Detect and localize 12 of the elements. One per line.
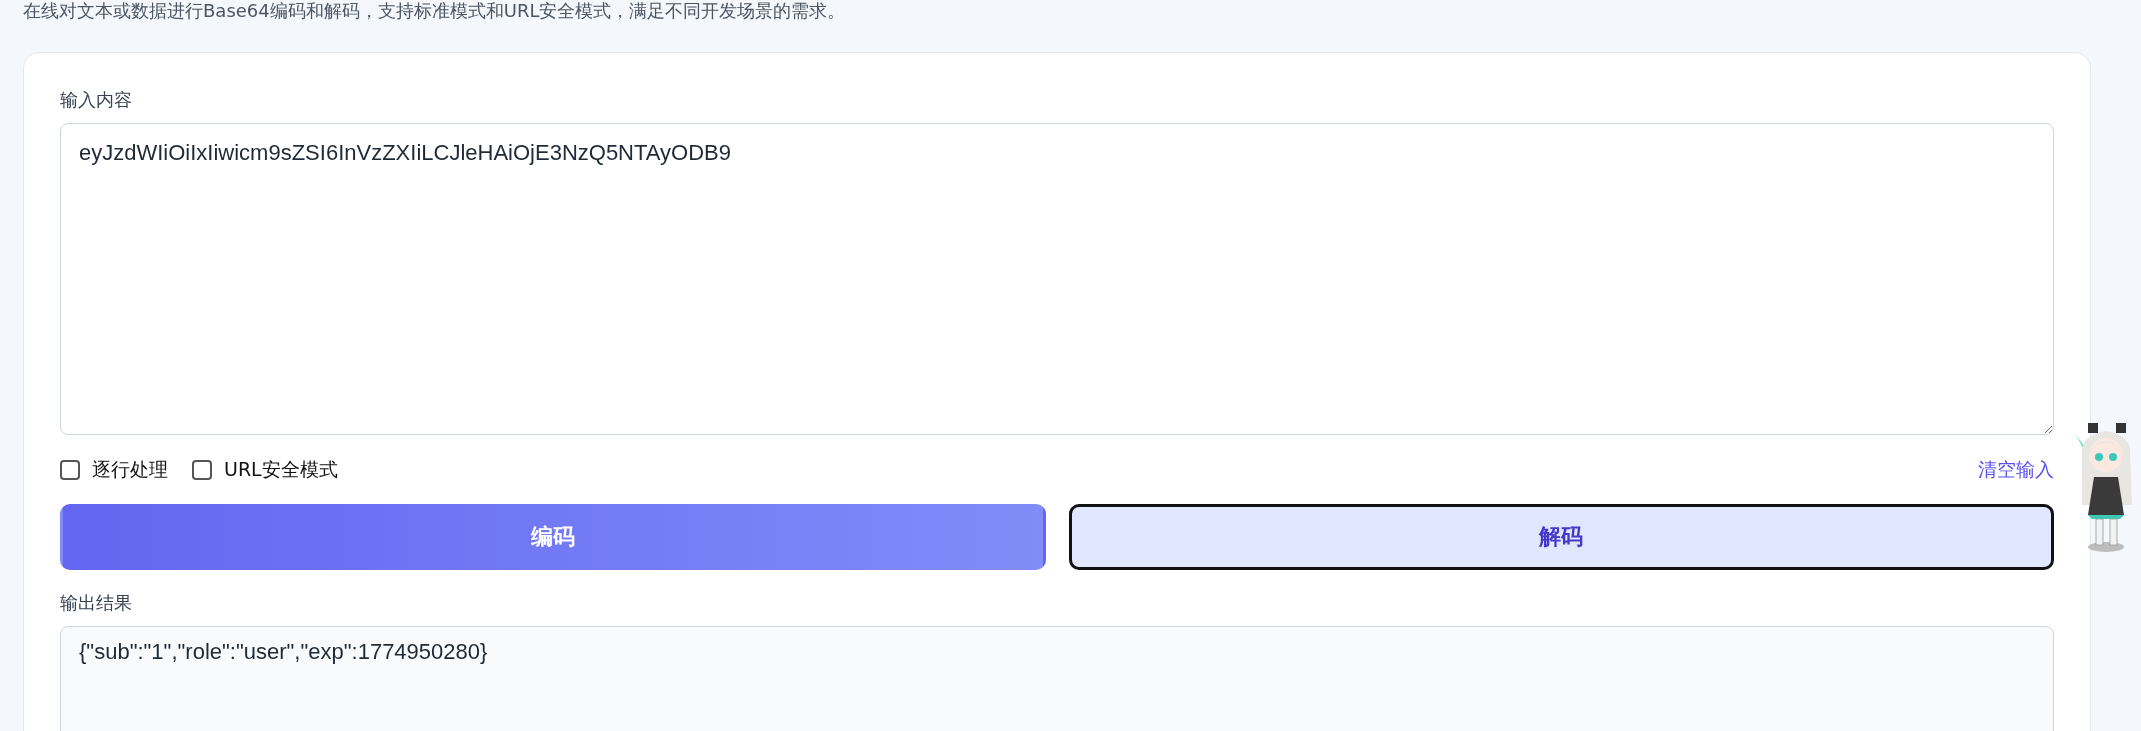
checkbox-label: URL安全模式: [224, 457, 338, 482]
field-label: 输出结果: [60, 592, 133, 614]
encode-button[interactable]: 编码: [60, 504, 1046, 570]
page-description: 在线对文本或数据进行Base64编码和解码，支持标准模式和URL安全模式，满足不同开发场景的需求。: [23, 0, 847, 23]
field-label: 输入内容: [60, 89, 133, 111]
output-field[interactable]: {"sub":"1","role":"user","exp":1774950280}: [60, 626, 2054, 731]
decode-button[interactable]: 解码: [1068, 504, 2054, 570]
checkbox[interactable]: [192, 460, 212, 480]
checkbox-label: 逐行处理: [92, 457, 168, 482]
clear-input-link[interactable]: 清空输入: [1978, 457, 2054, 483]
checkbox[interactable]: [60, 460, 80, 480]
input-field[interactable]: eyJzdWIiOiIxIiwicm9sZSI6InVzZXIiLCJleHAiOjE3NzQ5NTAyODB9: [60, 123, 2054, 435]
